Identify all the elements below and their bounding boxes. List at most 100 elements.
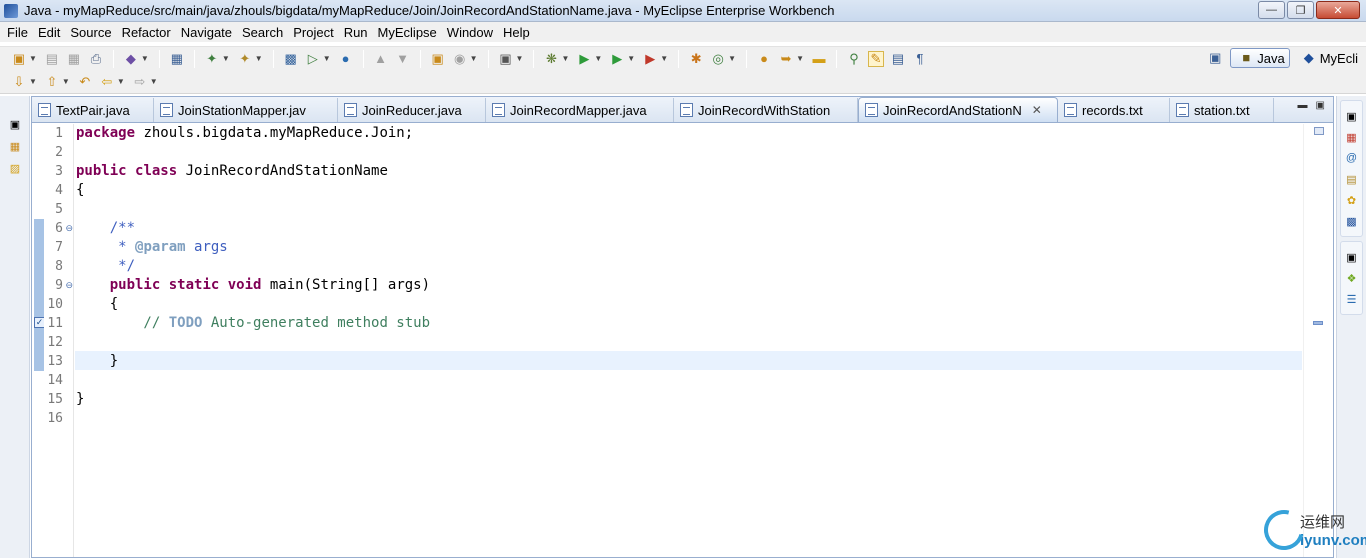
servers-icon[interactable]: ✿ xyxy=(1344,192,1360,208)
block-selection-icon[interactable]: ▤ xyxy=(890,51,906,67)
web-project-icon[interactable]: ▣ xyxy=(430,51,446,67)
menu-help[interactable]: Help xyxy=(498,25,535,40)
open-task-icon[interactable]: ● xyxy=(756,51,772,67)
declaration-icon[interactable]: ▤ xyxy=(1344,171,1360,187)
browser-icon[interactable]: ● xyxy=(338,51,354,67)
highlight-icon[interactable]: ✎ xyxy=(867,50,884,67)
run-server-icon[interactable]: ▷ xyxy=(305,51,321,67)
last-edit-location-icon[interactable]: ↶ xyxy=(77,74,93,90)
dropdown-icon[interactable]: ▼ xyxy=(516,54,524,63)
team-icon[interactable]: ▲ xyxy=(373,51,389,67)
dropdown-icon[interactable]: ▼ xyxy=(141,54,149,63)
debug-icon[interactable]: ❋ xyxy=(543,51,559,67)
java-perspective-button[interactable]: ■ Java xyxy=(1230,48,1290,68)
todo-tag: TODO xyxy=(168,315,203,331)
myeclipse-perspective-button[interactable]: ◆ MyEcli xyxy=(1294,48,1362,68)
dropdown-icon[interactable]: ▼ xyxy=(627,54,635,63)
dropdown-icon[interactable]: ▼ xyxy=(323,54,331,63)
sync-icon[interactable]: ▼ xyxy=(395,51,411,67)
run-icon[interactable]: ▶ xyxy=(576,51,592,67)
minimize-view-icon[interactable]: ▬ xyxy=(1298,100,1308,111)
open-folder-icon[interactable]: ▬ xyxy=(811,51,827,67)
menu-window[interactable]: Window xyxy=(442,25,498,40)
deploy-icon[interactable]: ▩ xyxy=(283,51,299,67)
dropdown-icon[interactable]: ▼ xyxy=(561,54,569,63)
menu-myeclipse[interactable]: MyEclipse xyxy=(373,25,442,40)
tab-joinrecordandstationname-java[interactable]: JoinRecordAndStationN ✕ xyxy=(858,97,1058,122)
external-tools-icon[interactable]: ▶ xyxy=(642,51,658,67)
new-package-icon[interactable]: ✦ xyxy=(237,51,253,67)
previous-annotation-icon[interactable]: ⇧ xyxy=(44,74,60,90)
tab-joinreducer-java[interactable]: JoinReducer.java xyxy=(338,98,486,122)
dropdown-icon[interactable]: ▼ xyxy=(594,54,602,63)
console-icon[interactable]: ▩ xyxy=(1344,213,1360,229)
dropdown-icon[interactable]: ▼ xyxy=(117,77,125,86)
print-icon[interactable]: ⎙ xyxy=(88,51,104,67)
dropdown-icon[interactable]: ▼ xyxy=(62,77,70,86)
new-icon[interactable]: ▣ xyxy=(11,51,27,67)
next-annotation-icon[interactable]: ⇩ xyxy=(11,74,27,90)
menu-project[interactable]: Project xyxy=(288,25,338,40)
save-icon[interactable]: ▤ xyxy=(44,51,60,67)
code-editor[interactable]: ✓ 1 2 3 4 5 6 ⊖ 7 8 9 ⊖ 10 11 12 13 14 1… xyxy=(32,124,1333,557)
new-component-icon[interactable]: ✱ xyxy=(688,51,704,67)
tab-records-txt[interactable]: records.txt xyxy=(1058,98,1170,122)
dropdown-icon[interactable]: ▼ xyxy=(660,54,668,63)
javadoc-icon[interactable]: @ xyxy=(1344,150,1360,166)
search-icon[interactable]: ➥ xyxy=(778,51,794,67)
line-number: 15 xyxy=(47,392,63,407)
maximize-button[interactable]: ❐ xyxy=(1287,1,1314,19)
new-class-icon[interactable]: ✦ xyxy=(204,51,220,67)
fold-toggle-icon[interactable]: ⊖ xyxy=(65,219,73,238)
dropdown-icon[interactable]: ▼ xyxy=(222,54,230,63)
show-whitespace-icon[interactable]: ¶ xyxy=(912,51,928,67)
menu-navigate[interactable]: Navigate xyxy=(176,25,237,40)
open-perspective-icon[interactable]: ▣ xyxy=(1207,50,1223,66)
outline-icon[interactable]: ☰ xyxy=(1344,291,1360,307)
tab-station-txt[interactable]: station.txt xyxy=(1170,98,1274,122)
problems-icon[interactable]: ▦ xyxy=(1344,129,1360,145)
camera-icon[interactable]: ▣ xyxy=(498,51,514,67)
right-trim-group-1: ▣ ▦ @ ▤ ✿ ▩ xyxy=(1340,100,1363,237)
back-icon[interactable]: ⇦ xyxy=(99,74,115,90)
open-type-icon[interactable]: ◎ xyxy=(710,51,726,67)
overview-ruler[interactable] xyxy=(1303,124,1333,557)
restore-icon[interactable]: ▣ xyxy=(1344,249,1360,265)
package-explorer-icon[interactable]: ▦ xyxy=(7,138,23,154)
menu-edit[interactable]: Edit xyxy=(33,25,65,40)
forward-icon[interactable]: ⇨ xyxy=(132,74,148,90)
dropdown-icon[interactable]: ▼ xyxy=(29,77,37,86)
image-preview-icon[interactable]: ❖ xyxy=(1344,270,1360,286)
restore-icon[interactable]: ▣ xyxy=(7,116,23,132)
dropdown-icon[interactable]: ▼ xyxy=(150,77,158,86)
menu-search[interactable]: Search xyxy=(237,25,288,40)
toolbar-separator xyxy=(193,49,195,68)
dropdown-icon[interactable]: ▼ xyxy=(255,54,263,63)
new-java-project-icon[interactable]: ◆ xyxy=(123,51,139,67)
menu-run[interactable]: Run xyxy=(339,25,373,40)
dropdown-icon[interactable]: ▼ xyxy=(728,54,736,63)
hierarchy-icon[interactable]: ▨ xyxy=(7,160,23,176)
minimize-button[interactable]: — xyxy=(1258,1,1285,19)
close-tab-icon[interactable]: ✕ xyxy=(1032,103,1042,117)
close-button[interactable]: ✕ xyxy=(1316,1,1360,19)
dropdown-icon[interactable]: ▼ xyxy=(796,54,804,63)
globe-icon[interactable]: ◉ xyxy=(452,51,468,67)
menu-file[interactable]: File xyxy=(2,25,33,40)
maximize-view-icon[interactable]: ▣ xyxy=(1316,100,1325,111)
dropdown-icon[interactable]: ▼ xyxy=(470,54,478,63)
server-icon[interactable]: ▦ xyxy=(169,51,185,67)
run-last-icon[interactable]: ▶ xyxy=(609,51,625,67)
tab-joinstationmapper-java[interactable]: JoinStationMapper.jav xyxy=(154,98,338,122)
overview-marker[interactable] xyxy=(1313,321,1323,325)
save-all-icon[interactable]: ▦ xyxy=(66,51,82,67)
fold-toggle-icon[interactable]: ⊖ xyxy=(65,276,73,295)
menu-source[interactable]: Source xyxy=(65,25,116,40)
tab-joinrecordmapper-java[interactable]: JoinRecordMapper.java xyxy=(486,98,674,122)
tab-joinrecordwithstation-java[interactable]: JoinRecordWithStation xyxy=(674,98,858,122)
new-dropdown-icon[interactable]: ▼ xyxy=(29,54,37,63)
tab-textpair-java[interactable]: TextPair.java xyxy=(32,98,154,122)
menu-refactor[interactable]: Refactor xyxy=(117,25,176,40)
pin-icon[interactable]: ⚲ xyxy=(846,51,862,67)
restore-icon[interactable]: ▣ xyxy=(1344,108,1360,124)
